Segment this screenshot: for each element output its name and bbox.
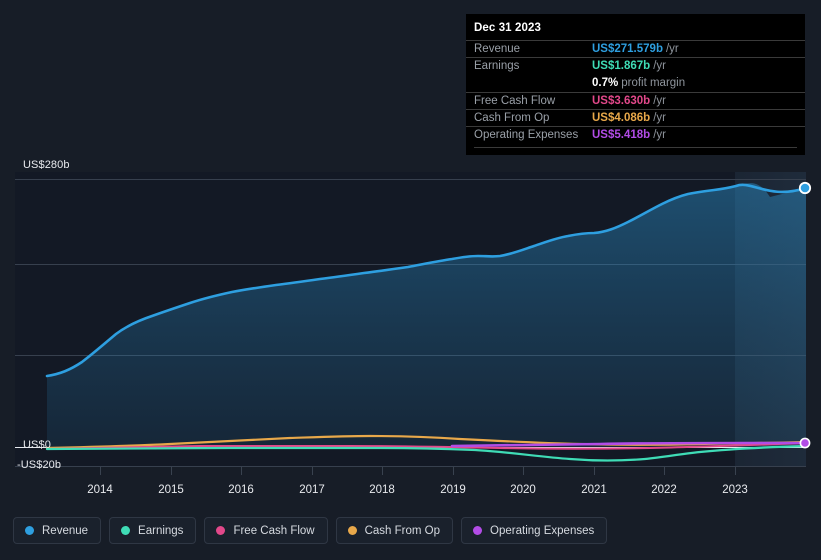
legend-label-earnings: Earnings: [138, 524, 184, 537]
legend-label-cash-from-op: Cash From Op: [364, 524, 441, 537]
tooltip-value-profit-margin: 0.7%: [592, 76, 619, 89]
x-axis-label-2017: 2017: [299, 484, 325, 496]
x-axis-label-2015: 2015: [158, 484, 184, 496]
x-axis-label-2023: 2023: [722, 484, 748, 496]
tooltip-value-earnings: US$1.867b: [592, 60, 651, 73]
tooltip-row-profit-margin: 0.7% profit margin: [466, 74, 805, 91]
data-tooltip: Dec 31 2023 Revenue US$271.579b /yr Earn…: [466, 14, 805, 155]
tooltip-row-earnings: Earnings US$1.867b /yr: [466, 57, 805, 74]
x-axis-label-2021: 2021: [581, 484, 607, 496]
tooltip-unit-cash-from-op: /yr: [653, 111, 666, 124]
tooltip-date: Dec 31 2023: [474, 22, 541, 34]
legend-item-free-cash-flow[interactable]: Free Cash Flow: [204, 517, 328, 544]
legend-dot-operating-expenses-icon: [473, 526, 483, 535]
tooltip-label-cash-from-op: Cash From Op: [474, 111, 550, 124]
tooltip-row-operating-expenses: Operating Expenses US$5.418b /yr: [466, 125, 805, 143]
legend-label-free-cash-flow: Free Cash Flow: [233, 524, 315, 537]
tooltip-unit-earnings: /yr: [653, 60, 666, 73]
legend-item-operating-expenses[interactable]: Operating Expenses: [461, 517, 608, 544]
tooltip-value-operating-expenses: US$5.418b: [592, 129, 651, 142]
legend-item-earnings[interactable]: Earnings: [109, 517, 197, 544]
tooltip-unit-operating-expenses: /yr: [653, 129, 666, 142]
tooltip-value-cash-from-op: US$4.086b: [592, 111, 651, 124]
tooltip-row-revenue: Revenue US$271.579b /yr: [466, 40, 805, 57]
tooltip-unit-free-cash-flow: /yr: [653, 94, 666, 107]
legend-item-cash-from-op[interactable]: Cash From Op: [335, 517, 454, 544]
x-axis-label-2019: 2019: [440, 484, 466, 496]
revenue-endpoint-marker[interactable]: [798, 181, 812, 195]
x-axis-label-2020: 2020: [510, 484, 536, 496]
tooltip-value-revenue: US$271.579b: [592, 43, 663, 56]
tooltip-row-free-cash-flow: Free Cash Flow US$3.630b /yr: [466, 91, 805, 109]
tooltip-label-revenue: Revenue: [474, 43, 521, 56]
chart-legend: Revenue Earnings Free Cash Flow Cash Fro…: [13, 517, 608, 544]
legend-label-operating-expenses: Operating Expenses: [490, 524, 595, 537]
x-axis-label-2016: 2016: [228, 484, 254, 496]
y-axis-label-top: US$280b: [23, 159, 70, 171]
operating-expenses-endpoint-marker[interactable]: [799, 437, 811, 449]
legend-dot-earnings-icon: [121, 526, 131, 535]
tooltip-label-free-cash-flow: Free Cash Flow: [474, 94, 556, 107]
financials-chart-panel: US$280b US$0 -US$20b 2014 2015 2016 2017…: [0, 0, 821, 560]
tooltip-bottom-divider: [474, 147, 797, 148]
y-axis-label-zero: US$0: [23, 439, 51, 451]
y-axis-label-bottom: -US$20b: [17, 459, 62, 471]
legend-dot-free-cash-flow-icon: [216, 526, 226, 535]
tooltip-label-earnings: Earnings: [474, 60, 520, 73]
x-axis-ticks: [100, 467, 736, 475]
tooltip-value-free-cash-flow: US$3.630b: [592, 94, 651, 107]
legend-dot-revenue-icon: [25, 526, 34, 535]
legend-label-revenue: Revenue: [42, 524, 89, 537]
tooltip-unit-profit-margin: profit margin: [621, 76, 686, 89]
tooltip-label-operating-expenses: Operating Expenses: [474, 129, 579, 142]
legend-dot-cash-from-op-icon: [347, 526, 357, 535]
x-axis-label-2018: 2018: [369, 484, 395, 496]
tooltip-row-cash-from-op: Cash From Op US$4.086b /yr: [466, 108, 805, 126]
x-axis-label-2014: 2014: [87, 484, 113, 496]
tooltip-unit-revenue: /yr: [665, 43, 679, 56]
legend-item-revenue[interactable]: Revenue: [13, 517, 102, 544]
x-axis-label-2022: 2022: [651, 484, 677, 496]
